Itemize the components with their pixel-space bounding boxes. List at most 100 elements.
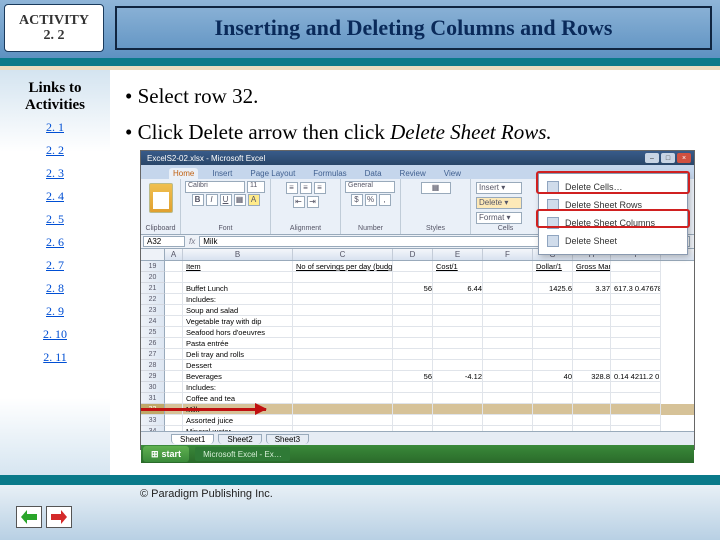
- fill-color-button[interactable]: A: [248, 194, 260, 206]
- table-row[interactable]: 31Coffee and tea: [141, 393, 694, 404]
- sheet-tab-3[interactable]: Sheet3: [266, 434, 309, 444]
- menu-delete-sheet-columns[interactable]: Delete Sheet Columns: [541, 214, 685, 232]
- row-header[interactable]: 27: [141, 349, 165, 360]
- link-2-9[interactable]: 2. 9: [35, 304, 75, 319]
- table-row[interactable]: 20: [141, 272, 694, 283]
- next-slide-button[interactable]: [46, 506, 72, 528]
- link-2-2[interactable]: 2. 2: [35, 143, 75, 158]
- table-row[interactable]: 26Pasta entrée: [141, 338, 694, 349]
- tab-formulas[interactable]: Formulas: [309, 168, 350, 179]
- tab-insert[interactable]: Insert: [208, 168, 236, 179]
- format-button[interactable]: Format ▾: [476, 212, 522, 224]
- spreadsheet-grid[interactable]: A B C D E F G H I 19 Item No of servings…: [141, 249, 694, 431]
- comma-button[interactable]: ,: [379, 194, 391, 206]
- row-header[interactable]: 21: [141, 283, 165, 294]
- bold-button[interactable]: B: [192, 194, 204, 206]
- link-2-6[interactable]: 2. 6: [35, 235, 75, 250]
- links-header: Links toActivities: [0, 80, 110, 115]
- link-2-7[interactable]: 2. 7: [35, 258, 75, 273]
- maximize-icon[interactable]: □: [661, 153, 675, 163]
- table-row[interactable]: 33Assorted juice: [141, 415, 694, 426]
- col-e[interactable]: E: [433, 249, 483, 260]
- excel-screenshot: ExcelS2-02.xlsx - Microsoft Excel – □ × …: [140, 150, 695, 450]
- row-header[interactable]: 28: [141, 360, 165, 371]
- tab-review[interactable]: Review: [396, 168, 430, 179]
- menu-delete-cells[interactable]: Delete Cells…: [541, 178, 685, 196]
- table-row[interactable]: 21Buffet Lunch566.441425.63.37617.3 0.47…: [141, 283, 694, 294]
- tab-view[interactable]: View: [440, 168, 465, 179]
- row-header[interactable]: 24: [141, 316, 165, 327]
- outdent-button[interactable]: ⇥: [307, 196, 319, 208]
- paste-icon[interactable]: [149, 183, 173, 213]
- table-row[interactable]: 28Dessert: [141, 360, 694, 371]
- table-row[interactable]: 29Beverages56-4.1240328.80.14 4211.2 0.4…: [141, 371, 694, 382]
- delete-sheet-icon: [547, 235, 559, 247]
- link-2-1[interactable]: 2. 1: [35, 120, 75, 135]
- tab-data[interactable]: Data: [361, 168, 386, 179]
- group-styles: ▦ Styles: [401, 179, 471, 234]
- table-row[interactable]: 22Includes:: [141, 294, 694, 305]
- windows-taskbar: ⊞start Microsoft Excel - Ex…: [141, 445, 694, 463]
- link-2-4[interactable]: 2. 4: [35, 189, 75, 204]
- col-f[interactable]: F: [483, 249, 533, 260]
- row-header[interactable]: 31: [141, 393, 165, 404]
- taskbar-item-excel[interactable]: Microsoft Excel - Ex…: [195, 447, 290, 461]
- currency-button[interactable]: $: [351, 194, 363, 206]
- percent-button[interactable]: %: [365, 194, 377, 206]
- link-2-5[interactable]: 2. 5: [35, 212, 75, 227]
- minimize-icon[interactable]: –: [645, 153, 659, 163]
- row-header[interactable]: 33: [141, 415, 165, 426]
- row-header[interactable]: 20: [141, 272, 165, 283]
- number-format-select[interactable]: General: [345, 181, 395, 193]
- delete-button[interactable]: Delete ▾: [476, 197, 522, 209]
- cond-format-button[interactable]: ▦: [421, 182, 451, 194]
- font-size-select[interactable]: 11: [247, 181, 265, 193]
- col-b[interactable]: B: [183, 249, 293, 260]
- table-row[interactable]: 30Includes:: [141, 382, 694, 393]
- sheet-tab-1[interactable]: Sheet1: [171, 434, 214, 444]
- row-header[interactable]: 29: [141, 371, 165, 382]
- sheet-tabs: Sheet1 Sheet2 Sheet3: [141, 431, 694, 445]
- underline-button[interactable]: U: [220, 194, 232, 206]
- table-row[interactable]: 25Seafood hors d'oeuvres: [141, 327, 694, 338]
- prev-slide-button[interactable]: [16, 506, 42, 528]
- menu-delete-sheet-rows[interactable]: Delete Sheet Rows: [541, 196, 685, 214]
- row-header[interactable]: 22: [141, 294, 165, 305]
- align-center-button[interactable]: ≡: [300, 182, 312, 194]
- col-c[interactable]: C: [293, 249, 393, 260]
- select-all-corner[interactable]: [141, 249, 165, 260]
- table-row[interactable]: 27Deli tray and rolls: [141, 349, 694, 360]
- group-number: General $%, Number: [341, 179, 401, 234]
- windows-logo-icon: ⊞: [151, 449, 159, 460]
- fx-icon[interactable]: fx: [189, 237, 195, 246]
- table-row[interactable]: 23Soup and salad: [141, 305, 694, 316]
- start-button[interactable]: ⊞start: [143, 446, 189, 462]
- name-box[interactable]: A32: [143, 236, 185, 247]
- link-2-10[interactable]: 2. 10: [35, 327, 75, 342]
- link-2-3[interactable]: 2. 3: [35, 166, 75, 181]
- tab-page-layout[interactable]: Page Layout: [246, 168, 299, 179]
- italic-button[interactable]: I: [206, 194, 218, 206]
- align-left-button[interactable]: ≡: [286, 182, 298, 194]
- row-header[interactable]: 26: [141, 338, 165, 349]
- table-row[interactable]: 34Mineral water: [141, 426, 694, 431]
- row-header[interactable]: 23: [141, 305, 165, 316]
- excel-title-text: ExcelS2-02.xlsx - Microsoft Excel: [147, 154, 265, 163]
- tab-home[interactable]: Home: [169, 168, 198, 179]
- table-row[interactable]: 24Vegetable tray with dip: [141, 316, 694, 327]
- row-header[interactable]: 34: [141, 426, 165, 431]
- indent-button[interactable]: ⇤: [293, 196, 305, 208]
- row-header[interactable]: 30: [141, 382, 165, 393]
- align-right-button[interactable]: ≡: [314, 182, 326, 194]
- insert-button[interactable]: Insert ▾: [476, 182, 522, 194]
- sheet-tab-2[interactable]: Sheet2: [218, 434, 261, 444]
- col-d[interactable]: D: [393, 249, 433, 260]
- row-header[interactable]: 25: [141, 327, 165, 338]
- col-a[interactable]: A: [165, 249, 183, 260]
- border-button[interactable]: ▦: [234, 194, 246, 206]
- link-2-11[interactable]: 2. 11: [35, 350, 75, 365]
- close-icon[interactable]: ×: [677, 153, 691, 163]
- link-2-8[interactable]: 2. 8: [35, 281, 75, 296]
- font-name-select[interactable]: Calibri: [185, 181, 245, 193]
- menu-delete-sheet[interactable]: Delete Sheet: [541, 232, 685, 250]
